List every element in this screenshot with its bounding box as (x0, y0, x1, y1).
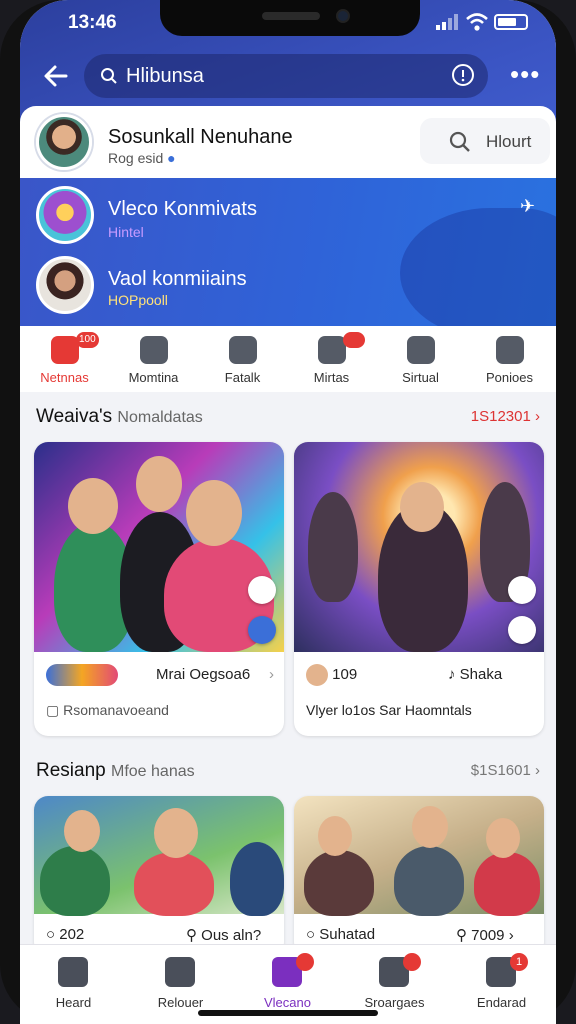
help-icon[interactable] (452, 64, 474, 86)
search-query: Hlibunsa (126, 65, 204, 87)
section-more-link[interactable]: 1S12301 › (471, 408, 540, 425)
category-badge: 100 (76, 332, 99, 348)
category-item[interactable]: 100 Netnnas (20, 326, 109, 392)
music-icon[interactable] (248, 576, 276, 604)
post-caption: Vlyer lo1os Sar Haomntals (306, 702, 472, 718)
back-arrow-icon[interactable] (42, 62, 72, 92)
profile-avatar[interactable] (36, 114, 92, 170)
book-icon (318, 336, 346, 364)
post-meta: Mrai Oegsoa6 › (46, 664, 274, 690)
battery-icon (494, 14, 528, 30)
home-icon (58, 957, 88, 987)
post-image[interactable] (34, 796, 284, 916)
post-image[interactable] (34, 442, 284, 652)
category-label: Fatalk (224, 370, 261, 385)
post-card[interactable]: ○ Suhatad ⚲ 7009 › (294, 796, 544, 956)
post-card[interactable]: ○ 202 ⚲ Ous aln? (34, 796, 284, 956)
tab-label: Endarad (476, 995, 527, 1010)
home-indicator (198, 1010, 378, 1016)
signal-icon (436, 14, 458, 30)
category-item[interactable]: Momtina (109, 326, 198, 392)
comment-icon[interactable] (508, 616, 536, 644)
profile-subtitle: Rog esid ● (108, 150, 176, 166)
tab-label: Relouer (157, 995, 204, 1010)
post-card[interactable]: Mrai Oegsoa6 › ▢ Rsomanavoeand (34, 442, 284, 736)
category-bar: 100 Netnnas Momtina Fatalk Mirtas Sirtual Poni… (20, 326, 556, 392)
category-item[interactable]: Mirtas (287, 326, 376, 392)
tab-item[interactable]: Heard (20, 945, 127, 1024)
wifi-icon (466, 13, 488, 31)
post-meta: 109 ♪ Shaka (306, 664, 534, 690)
search-row: Hlibunsa ••• (20, 54, 556, 98)
notch (160, 0, 420, 36)
group-name[interactable]: Vleco Konmivats (108, 198, 257, 221)
section-more-link[interactable]: $1S1601 › (471, 762, 540, 779)
category-label: Mirtas (313, 370, 350, 385)
post-image[interactable] (294, 796, 544, 916)
category-item[interactable]: Ponioes (465, 326, 554, 392)
profile-search-button[interactable]: Hlourt (420, 118, 550, 164)
post-caption: ▢ Rsomanavoeand (46, 702, 169, 718)
tab-badge (403, 953, 421, 971)
profile-card[interactable]: Sosunkall Nenuhane Rog esid ● Hlourt (20, 106, 556, 178)
screen: 13:46 Hlibunsa ••• Sosunkall Nenuhane Ro… (20, 0, 556, 1024)
post-card[interactable]: 109 ♪ Shaka Vlyer lo1os Sar Haomntals (294, 442, 544, 736)
group-name[interactable]: Vaol konmiiains (108, 268, 247, 291)
bell-icon (407, 336, 435, 364)
group-sub: Hintel (108, 224, 144, 240)
tab-label: Vlecano (264, 995, 311, 1010)
profile-name: Sosunkall Nenuhane (108, 126, 293, 148)
phone-frame: 13:46 Hlibunsa ••• Sosunkall Nenuhane Ro… (0, 0, 576, 1024)
category-item[interactable]: Sirtual (376, 326, 465, 392)
share-icon[interactable] (508, 576, 536, 604)
search-icon (101, 68, 117, 84)
reactions-icon (306, 664, 328, 686)
category-label: Sirtual (402, 370, 439, 385)
search-input[interactable]: Hlibunsa (84, 54, 488, 98)
search-icon (449, 131, 470, 152)
category-item[interactable]: Fatalk (198, 326, 287, 392)
category-badge (343, 332, 365, 348)
group-sub: HOPpooll (108, 292, 168, 308)
more-options-icon[interactable]: ••• (510, 61, 540, 87)
category-label: Ponioes (486, 370, 533, 385)
category-label: Netnnas (40, 370, 89, 385)
live-icon (51, 336, 79, 364)
tab-badge (296, 953, 314, 971)
search-icon (165, 957, 195, 987)
tab-label: Heard (55, 995, 92, 1010)
status-time: 13:46 (68, 12, 117, 33)
category-label: Momtina (128, 370, 179, 385)
pointer-icon (229, 336, 257, 364)
section-title: Weaiva's Nomaldatas (36, 406, 203, 427)
post-image[interactable] (294, 442, 544, 652)
reactions-icon (46, 664, 118, 686)
tab-label: Sroargaes (364, 995, 425, 1010)
flag-icon (496, 336, 524, 364)
square-icon (140, 336, 168, 364)
plane-icon[interactable]: ✈ (520, 196, 535, 217)
comment-icon[interactable] (248, 616, 276, 644)
tab-item[interactable]: 1 Endarad (448, 945, 555, 1024)
group-avatar[interactable] (36, 256, 94, 314)
group-avatar[interactable] (36, 186, 94, 244)
section-title: Resianp Mfoe hanas (36, 760, 195, 781)
tab-badge: 1 (510, 953, 528, 971)
profile-search-label: Hlourt (486, 132, 532, 151)
groups-panel: Vleco Konmivats Hintel ✈ Vaol konmiiains… (20, 178, 556, 326)
